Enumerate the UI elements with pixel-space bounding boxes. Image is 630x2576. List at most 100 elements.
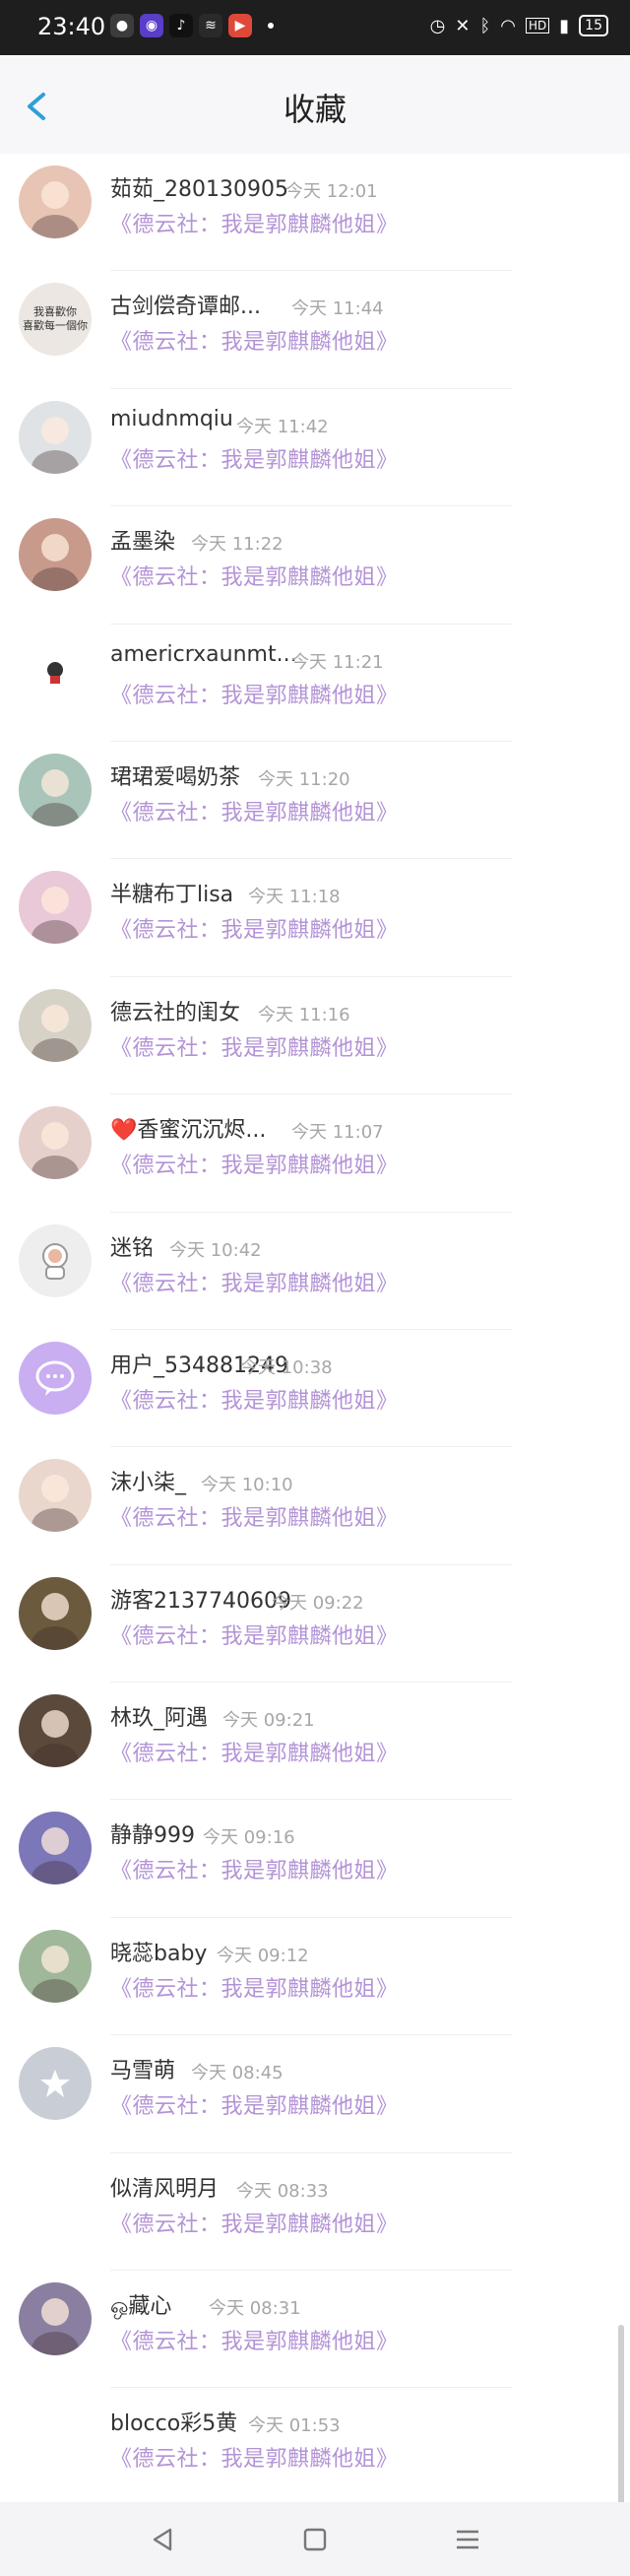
favorite-title-link[interactable]: 《德云社：我是郭麒麟他姐》 — [110, 795, 399, 826]
favorite-title-link[interactable]: 《德云社：我是郭麒麟他姐》 — [110, 1618, 399, 1650]
favorites-list: 茹茹_280130905 今天 12:01 《德云社：我是郭麒麟他姐》 我喜歡你 喜歡… — [0, 154, 630, 2506]
favorite-title-link[interactable]: 《德云社：我是郭麒麟他姐》 — [110, 207, 399, 238]
list-item[interactable]: 迷铭 今天 10:42 《德云社：我是郭麒麟他姐》 — [0, 1213, 630, 1330]
list-item[interactable]: ஒ藏心 今天 08:31 《德云社：我是郭麒麟他姐》 — [0, 2271, 630, 2389]
photo-avatar-icon[interactable] — [19, 1576, 92, 1650]
list-item[interactable]: 林玖_阿遇 今天 09:21 《德云社：我是郭麒麟他姐》 — [0, 1683, 630, 1801]
square-home-icon[interactable] — [295, 2520, 335, 2559]
list-item[interactable]: ❤️香蜜沉沉烬... 今天 11:07 《德云社：我是郭麒麟他姐》 — [0, 1094, 630, 1213]
photo-avatar-icon[interactable] — [19, 753, 92, 826]
character-avatar-icon[interactable] — [19, 635, 92, 709]
favorite-title-link[interactable]: 《德云社：我是郭麒麟他姐》 — [110, 2441, 399, 2473]
list-item[interactable]: 晓蕊baby 今天 09:12 《德云社：我是郭麒麟他姐》 — [0, 1918, 630, 2036]
favorite-title-link[interactable]: 《德云社：我是郭麒麟他姐》 — [110, 1266, 399, 1297]
user-name: 古剑偿奇谭邮... — [110, 295, 261, 320]
user-name: 德云社的闺女 — [110, 1000, 241, 1025]
user-name: blocco彩5黄 — [110, 2411, 238, 2437]
timestamp: 今天 10:10 — [201, 1475, 293, 1496]
timestamp: 今天 09:22 — [272, 1592, 364, 1614]
user-name: 珺珺爱喝奶茶 — [110, 764, 241, 790]
list-item[interactable]: 半糖布丁lisa 今天 11:18 《德云社：我是郭麒麟他姐》 — [0, 859, 630, 977]
favorite-title-link[interactable]: 《德云社：我是郭麒麟他姐》 — [110, 678, 399, 709]
chat-bubble-avatar-icon[interactable] — [19, 1341, 92, 1415]
list-item[interactable]: 静静999 今天 09:16 《德云社：我是郭麒麟他姐》 — [0, 1800, 630, 1918]
favorite-title-link[interactable]: 《德云社：我是郭麒麟他姐》 — [110, 2088, 399, 2120]
navigation-bar — [0, 2502, 630, 2576]
battery-icon: 15 — [579, 15, 608, 36]
status-bar: 23:40 ● ◉ ♪ ≋ ▶ ◷ ✕ ᛒ ◠ HD ▮ 15 — [0, 0, 630, 55]
favorite-title-link[interactable]: 《德云社：我是郭麒麟他姐》 — [110, 2207, 399, 2238]
timestamp: 今天 11:20 — [258, 768, 350, 790]
favorite-title-link[interactable]: 《德云社：我是郭麒麟他姐》 — [110, 1030, 399, 1062]
star-avatar-icon[interactable] — [19, 2047, 92, 2121]
list-item[interactable]: blocco彩5黄 今天 01:53 《德云社：我是郭麒麟他姐》 — [0, 2388, 630, 2506]
user-name: 马雪萌 — [110, 2059, 176, 2084]
user-name: 林玖_阿遇 — [110, 1706, 209, 1732]
timestamp: 今天 10:38 — [240, 1356, 333, 1378]
astronaut-avatar-icon[interactable] — [19, 1223, 92, 1297]
user-name: 茹茹_280130905 — [110, 177, 288, 202]
list-item[interactable]: 我喜歡你 喜歡每一個你 古剑偿奇谭邮... 今天 11:44 《德云社：我是郭麒麟他姐… — [0, 271, 630, 389]
photo-avatar-icon[interactable] — [19, 1459, 92, 1533]
user-name: 半糖布丁lisa — [110, 883, 234, 908]
timestamp: 今天 01:53 — [248, 2415, 341, 2437]
favorite-title-link[interactable]: 《德云社：我是郭麒麟他姐》 — [110, 442, 399, 474]
user-name: 沫小柒_ — [110, 1471, 187, 1496]
favorite-title-link[interactable]: 《德云社：我是郭麒麟他姐》 — [110, 1736, 399, 1767]
status-time: 23:40 — [37, 13, 106, 40]
list-item[interactable]: 似清风明月 今天 08:33 《德云社：我是郭麒麟他姐》 — [0, 2153, 630, 2272]
timestamp: 今天 08:31 — [209, 2298, 301, 2320]
photo-avatar-icon[interactable] — [19, 1106, 92, 1180]
user-name: 孟墨染 — [110, 530, 176, 556]
photo-avatar-icon[interactable] — [19, 1812, 92, 1885]
timestamp: 今天 09:12 — [217, 1945, 309, 1966]
list-item[interactable]: miudnmqiu 今天 11:42 《德云社：我是郭麒麟他姐》 — [0, 389, 630, 507]
triangle-back-icon[interactable] — [143, 2520, 182, 2559]
favorite-title-link[interactable]: 《德云社：我是郭麒麟他姐》 — [110, 1383, 399, 1415]
photo-avatar-icon[interactable] — [19, 400, 92, 474]
hd-icon: HD — [526, 18, 550, 33]
list-item[interactable]: 用户_534881249 今天 10:38 《德云社：我是郭麒麟他姐》 — [0, 1330, 630, 1448]
scrollbar[interactable] — [618, 2325, 624, 2522]
status-app-icons: ● ◉ ♪ ≋ ▶ — [110, 14, 274, 37]
timestamp: 今天 11:18 — [248, 887, 341, 908]
favorite-title-link[interactable]: 《德云社：我是郭麒麟他姐》 — [110, 1148, 399, 1179]
photo-avatar-icon[interactable] — [19, 165, 92, 238]
photo-avatar-icon[interactable] — [19, 871, 92, 945]
user-name: 迷铭 — [110, 1235, 155, 1261]
photo-avatar-icon[interactable] — [19, 1929, 92, 2003]
app-icon: ◉ — [140, 14, 163, 37]
list-item[interactable]: 茹茹_280130905 今天 12:01 《德云社：我是郭麒麟他姐》 — [0, 154, 630, 272]
favorite-title-link[interactable]: 《德云社：我是郭麒麟他姐》 — [110, 324, 399, 356]
photo-avatar-icon[interactable] — [19, 1694, 92, 1768]
list-item[interactable]: 珺珺爱喝奶茶 今天 11:20 《德云社：我是郭麒麟他姐》 — [0, 742, 630, 860]
text-image-avatar-icon[interactable]: 我喜歡你 喜歡每一個你 — [19, 283, 92, 357]
list-item[interactable]: 马雪萌 今天 08:45 《德云社：我是郭麒麟他姐》 — [0, 2035, 630, 2153]
list-item[interactable]: 沫小柒_ 今天 10:10 《德云社：我是郭麒麟他姐》 — [0, 1447, 630, 1565]
favorite-title-link[interactable]: 《德云社：我是郭麒麟他姐》 — [110, 912, 399, 944]
menu-lines-icon[interactable] — [448, 2520, 487, 2559]
video-icon: ▶ — [228, 14, 252, 37]
timestamp: 今天 11:42 — [236, 416, 329, 437]
user-name: americrxaunmt... — [110, 641, 297, 667]
timestamp: 今天 11:22 — [191, 534, 284, 556]
list-item[interactable]: americrxaunmt... 今天 11:21 《德云社：我是郭麒麟他姐》 — [0, 625, 630, 742]
photo-avatar-icon[interactable] — [19, 518, 92, 592]
favorite-title-link[interactable]: 《德云社：我是郭麒麟他姐》 — [110, 560, 399, 591]
signal-icon: ▮ — [559, 15, 570, 36]
list-item[interactable]: 德云社的闺女 今天 11:16 《德云社：我是郭麒麟他姐》 — [0, 977, 630, 1095]
alarm-icon: ◷ — [429, 15, 446, 36]
list-item[interactable]: 游客2137740609 今天 09:22 《德云社：我是郭麒麟他姐》 — [0, 1565, 630, 1684]
timestamp: 今天 08:45 — [191, 2063, 284, 2084]
timestamp: 今天 11:16 — [258, 1004, 350, 1025]
favorite-title-link[interactable]: 《德云社：我是郭麒麟他姐》 — [110, 1853, 399, 1884]
user-name: ஒ藏心 — [110, 2294, 172, 2320]
photo-avatar-icon[interactable] — [19, 988, 92, 1062]
user-name: 似清风明月 — [110, 2176, 220, 2202]
photo-avatar-icon[interactable] — [19, 2282, 92, 2356]
bluetooth-icon: ᛒ — [479, 15, 491, 36]
favorite-title-link[interactable]: 《德云社：我是郭麒麟他姐》 — [110, 1971, 399, 2003]
favorite-title-link[interactable]: 《德云社：我是郭麒麟他姐》 — [110, 1500, 399, 1532]
favorite-title-link[interactable]: 《德云社：我是郭麒麟他姐》 — [110, 2324, 399, 2355]
list-item[interactable]: 孟墨染 今天 11:22 《德云社：我是郭麒麟他姐》 — [0, 506, 630, 625]
